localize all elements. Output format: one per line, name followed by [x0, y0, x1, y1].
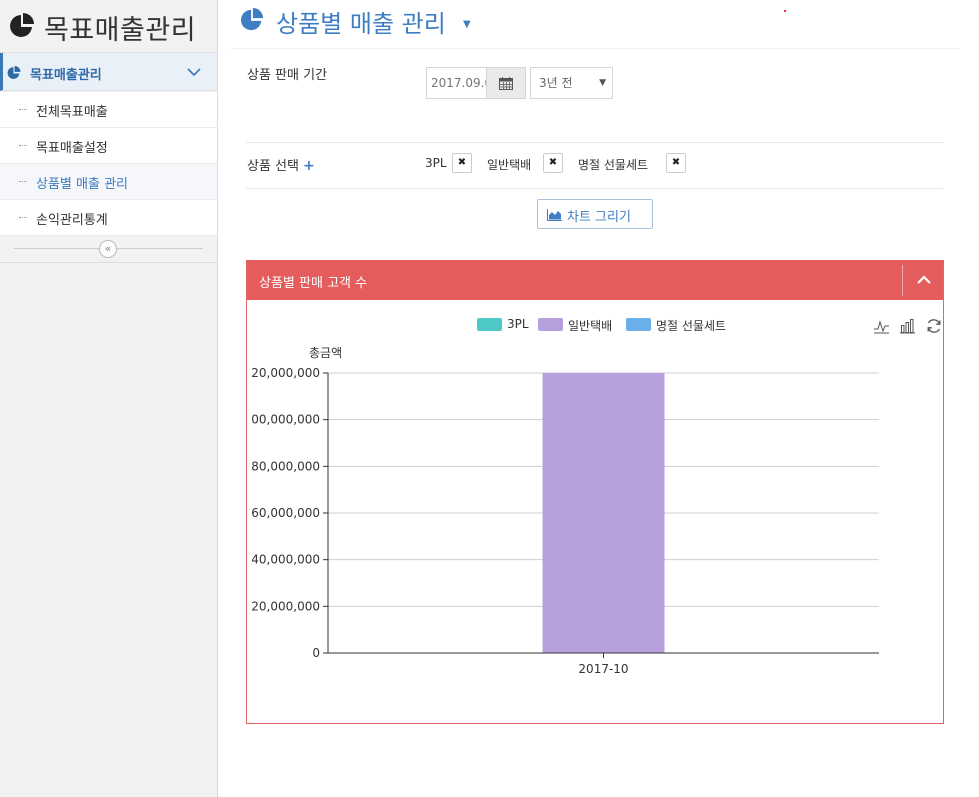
- y-tick-label: 20,000,000: [251, 599, 320, 613]
- period-select[interactable]: 3년 전 ▼: [530, 67, 613, 99]
- page-title: 상품별 매출 관리: [276, 10, 446, 38]
- area-chart-icon: [547, 209, 562, 221]
- chart-bars: [542, 373, 665, 653]
- period-label: 상품 판매 기간: [247, 68, 328, 83]
- bar-chart: 총금액 0 20,000,000 40,000,000 60,000,000 80,00…: [251, 346, 879, 676]
- legend-swatch: [477, 318, 502, 331]
- draw-chart-button[interactable]: 차트 그리기: [537, 199, 653, 229]
- panel-title: 상품별 판매 고객 수: [259, 276, 368, 291]
- calendar-icon: [499, 77, 513, 90]
- brand-title: 목표매출관리: [44, 15, 197, 46]
- y-tick-label: 80,000,000: [251, 459, 320, 473]
- sidebar-item-label: 목표매출설정: [36, 141, 108, 156]
- sidebar-item-label: 손익관리통계: [36, 213, 108, 228]
- sidebar: 목표매출관리 목표매출관리 전체목표매출 목표매출설정 상품별 매출 관리 손익…: [0, 0, 218, 797]
- pie-chart-icon: [10, 13, 34, 37]
- y-axis-ticks: 0 20,000,000 40,000,000 60,000,000 80,000,00…: [251, 366, 328, 660]
- chart-panel: 상품별 판매 고객 수 3PL 일반택배 명절 선물세트 총금액 0 20,00…: [246, 260, 944, 724]
- legend-label: 3PL: [507, 317, 529, 331]
- y-tick-label: 60,000,000: [251, 506, 320, 520]
- chevron-down-icon[interactable]: [187, 67, 201, 77]
- sidebar-collapse-row: «: [0, 236, 217, 263]
- legend-label: 일반택배: [568, 319, 613, 333]
- sidebar-item-product-sales[interactable]: 상품별 매출 관리: [0, 164, 217, 200]
- x-axis-ticks: 2017-10: [578, 653, 629, 676]
- line-chart-icon[interactable]: [873, 318, 890, 334]
- refresh-icon[interactable]: [926, 318, 942, 334]
- calendar-button[interactable]: [486, 67, 526, 99]
- product-tag-label: 명절 선물세트: [578, 158, 649, 172]
- remove-tag-button[interactable]: ✖: [543, 153, 563, 173]
- y-tick-label: 0: [312, 646, 320, 660]
- chevron-up-icon[interactable]: [917, 275, 931, 285]
- legend-swatch: [626, 318, 651, 331]
- date-input[interactable]: 2017.09.0: [426, 67, 486, 99]
- bar-chart-icon[interactable]: [900, 318, 915, 334]
- remove-tag-button[interactable]: ✖: [666, 153, 686, 173]
- product-label: 상품 선택 +: [247, 158, 315, 174]
- pie-chart-icon: [7, 66, 21, 79]
- sidebar-item-profit-stats[interactable]: 손익관리통계: [0, 200, 217, 236]
- y-tick-label: 40,000,000: [251, 553, 320, 567]
- period-select-value: 3년 전: [539, 76, 573, 90]
- sidebar-menu-target-sales[interactable]: 목표매출관리: [0, 53, 217, 91]
- x-tick-label: 2017-10: [578, 662, 628, 676]
- y-tick-label: 20,000,000: [251, 366, 320, 380]
- y-tick-label: 00,000,000: [251, 413, 320, 427]
- bar-1: [542, 373, 665, 653]
- add-product-icon[interactable]: +: [303, 158, 315, 174]
- sidebar-item-target-setting[interactable]: 목표매출설정: [0, 128, 217, 164]
- legend-label: 명절 선물세트: [656, 319, 727, 333]
- sidebar-brand: 목표매출관리: [0, 0, 217, 53]
- sidebar-item-label: 전체목표매출: [36, 105, 108, 120]
- sidebar-submenu: 전체목표매출 목표매출설정 상품별 매출 관리 손익관리통계: [0, 92, 217, 236]
- product-tag-label: 일반택배: [487, 158, 532, 172]
- sidebar-menu-label: 목표매출관리: [30, 68, 102, 83]
- draw-chart-label: 차트 그리기: [567, 210, 631, 225]
- dropdown-arrow-icon: ▼: [599, 78, 606, 88]
- product-tag-label: 3PL: [425, 156, 447, 170]
- legend-swatch: [538, 318, 563, 331]
- y-axis-label: 총금액: [309, 346, 342, 360]
- remove-tag-button[interactable]: ✖: [452, 153, 472, 173]
- sidebar-item-total-target[interactable]: 전체목표매출: [0, 92, 217, 128]
- caret-down-icon[interactable]: ▼: [463, 19, 471, 30]
- sidebar-collapse-button[interactable]: «: [99, 240, 117, 258]
- panel-header: 상품별 판매 고객 수: [247, 261, 943, 300]
- pie-chart-icon: [240, 8, 264, 31]
- page-header: 상품별 매출 관리 ▼: [230, 0, 959, 49]
- sidebar-item-label: 상품별 매출 관리: [36, 177, 128, 192]
